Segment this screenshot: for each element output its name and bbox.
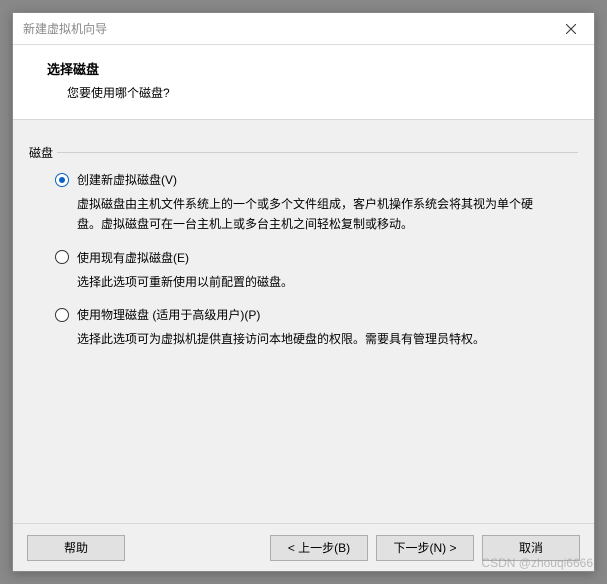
option-label: 创建新虚拟磁盘(V)	[77, 171, 177, 188]
option-label: 使用物理磁盘 (适用于高级用户)(P)	[77, 306, 260, 323]
next-button[interactable]: 下一步(N) >	[376, 535, 474, 561]
cancel-button[interactable]: 取消	[482, 535, 580, 561]
option-use-existing-disk: 使用现有虚拟磁盘(E) 选择此选项可重新使用以前配置的磁盘。	[55, 249, 568, 292]
titlebar: 新建虚拟机向导	[13, 13, 594, 45]
disk-groupbox: 磁盘 创建新虚拟磁盘(V) 虚拟磁盘由主机文件系统上的一个或多个文件组成，客户机…	[29, 144, 578, 350]
radio-create-new-disk[interactable]: 创建新虚拟磁盘(V)	[55, 171, 568, 188]
group-label: 磁盘	[29, 144, 57, 161]
wizard-footer: 帮助 < 上一步(B) 下一步(N) > 取消	[13, 523, 594, 571]
radio-icon	[55, 173, 69, 187]
wizard-body: 磁盘 创建新虚拟磁盘(V) 虚拟磁盘由主机文件系统上的一个或多个文件组成，客户机…	[13, 120, 594, 523]
group-divider	[29, 152, 578, 153]
radio-icon	[55, 250, 69, 264]
disk-options: 创建新虚拟磁盘(V) 虚拟磁盘由主机文件系统上的一个或多个文件组成，客户机操作系…	[29, 161, 578, 350]
back-button[interactable]: < 上一步(B)	[270, 535, 368, 561]
radio-use-existing-disk[interactable]: 使用现有虚拟磁盘(E)	[55, 249, 568, 266]
option-description: 虚拟磁盘由主机文件系统上的一个或多个文件组成，客户机操作系统会将其视为单个硬盘。…	[77, 194, 540, 235]
radio-icon	[55, 308, 69, 322]
option-description: 选择此选项可重新使用以前配置的磁盘。	[77, 272, 540, 292]
close-button[interactable]	[548, 13, 594, 45]
page-subtitle: 您要使用哪个磁盘?	[13, 84, 594, 101]
wizard-header: 选择磁盘 您要使用哪个磁盘?	[13, 45, 594, 120]
option-description: 选择此选项可为虚拟机提供直接访问本地硬盘的权限。需要具有管理员特权。	[77, 329, 540, 349]
option-create-new-disk: 创建新虚拟磁盘(V) 虚拟磁盘由主机文件系统上的一个或多个文件组成，客户机操作系…	[55, 171, 568, 235]
option-label: 使用现有虚拟磁盘(E)	[77, 249, 189, 266]
window-title: 新建虚拟机向导	[13, 20, 548, 37]
close-icon	[566, 24, 576, 34]
help-button[interactable]: 帮助	[27, 535, 125, 561]
radio-use-physical-disk[interactable]: 使用物理磁盘 (适用于高级用户)(P)	[55, 306, 568, 323]
wizard-window: 新建虚拟机向导 选择磁盘 您要使用哪个磁盘? 磁盘 创建新虚拟磁盘(V) 虚拟磁…	[12, 12, 595, 572]
page-title: 选择磁盘	[13, 59, 594, 78]
option-use-physical-disk: 使用物理磁盘 (适用于高级用户)(P) 选择此选项可为虚拟机提供直接访问本地硬盘…	[55, 306, 568, 349]
